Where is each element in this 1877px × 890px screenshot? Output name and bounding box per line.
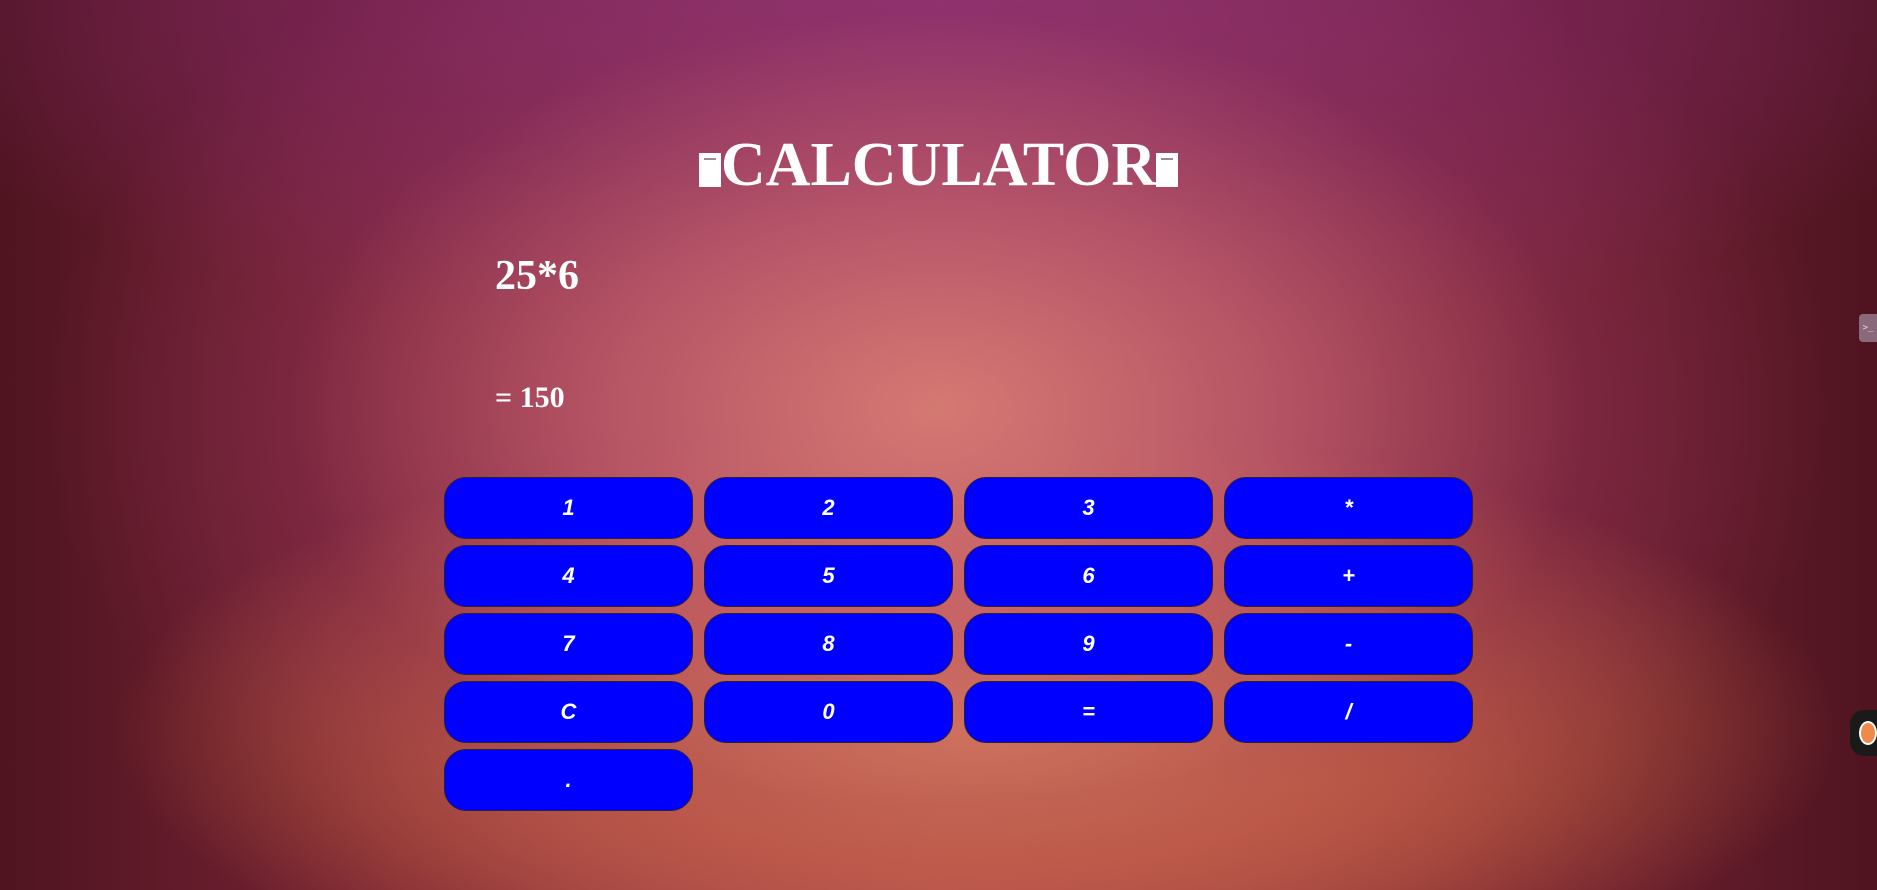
key-2[interactable]: 2: [704, 477, 953, 539]
key-0[interactable]: 0: [704, 681, 953, 743]
key-4[interactable]: 4: [444, 545, 693, 607]
key-equals[interactable]: =: [964, 681, 1213, 743]
key-8[interactable]: 8: [704, 613, 953, 675]
title-text: CALCULATOR: [720, 131, 1157, 199]
key-clear[interactable]: C: [444, 681, 693, 743]
result-display: = 150: [495, 381, 565, 414]
keypad: 1 2 3 * 4 5 6 + 7 8 9 - C 0 = / .: [444, 477, 1473, 811]
key-9[interactable]: 9: [964, 613, 1213, 675]
key-add[interactable]: +: [1224, 545, 1473, 607]
extension-widget[interactable]: [1850, 710, 1877, 756]
extension-logo-icon: [1859, 721, 1877, 745]
key-1[interactable]: 1: [444, 477, 693, 539]
key-5[interactable]: 5: [704, 545, 953, 607]
expression-display: 25*6: [495, 253, 579, 299]
right-decoration-icon: [1156, 153, 1179, 187]
left-decoration-icon: [698, 153, 721, 187]
key-divide[interactable]: /: [1224, 681, 1473, 743]
key-7[interactable]: 7: [444, 613, 693, 675]
key-3[interactable]: 3: [964, 477, 1213, 539]
key-6[interactable]: 6: [964, 545, 1213, 607]
key-decimal[interactable]: .: [444, 749, 693, 811]
terminal-icon[interactable]: >_: [1859, 314, 1877, 342]
page-title: CALCULATOR: [0, 128, 1877, 202]
key-multiply[interactable]: *: [1224, 477, 1473, 539]
key-subtract[interactable]: -: [1224, 613, 1473, 675]
